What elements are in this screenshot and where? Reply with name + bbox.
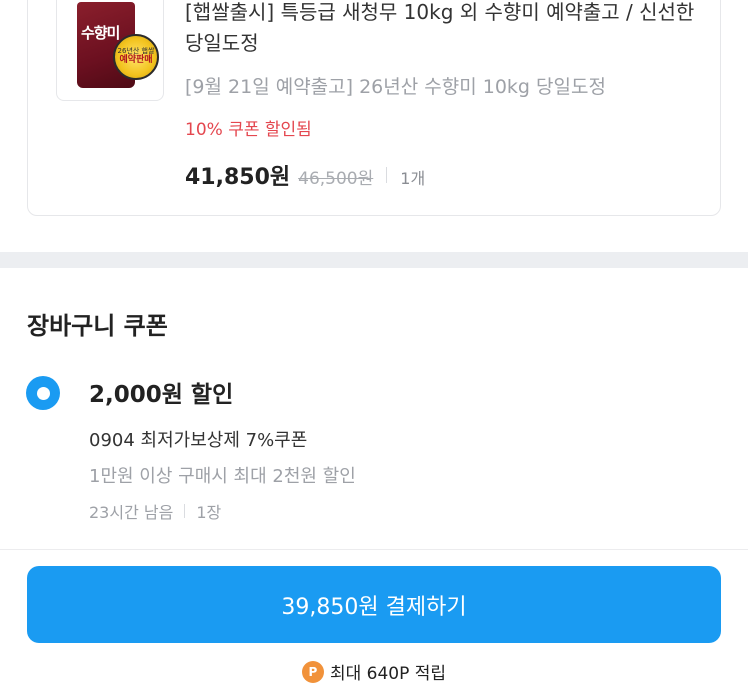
- pay-button[interactable]: 39,850원 결제하기: [27, 566, 721, 643]
- coupon-meta: 23시간 남음 1장: [89, 499, 221, 523]
- product-thumbnail[interactable]: 수향미 26년산 햅쌀 예약판매: [56, 0, 164, 101]
- coupon-time-left: 23시간 남음: [89, 503, 174, 522]
- cart-product-card: 수향미 26년산 햅쌀 예약판매 [햅쌀출시] 특등급 새청무 10kg 외 수…: [27, 0, 721, 216]
- product-title[interactable]: [햅쌀출시] 특등급 새청무 10kg 외 수향미 예약출고 / 신선한 당일도…: [185, 0, 705, 59]
- coupon-amount[interactable]: 2,000원 할인: [89, 375, 233, 409]
- coupon-radio-selected[interactable]: [26, 376, 60, 410]
- divider: [184, 504, 186, 518]
- points-text: 최대 640P 적립: [329, 664, 447, 684]
- cart-coupon-title: 장바구니 쿠폰: [27, 312, 168, 340]
- final-price: 41,850원: [185, 165, 291, 190]
- original-price: 46,500원: [298, 169, 374, 189]
- radio-dot-icon: [36, 386, 50, 400]
- coupon-count: 1장: [196, 503, 222, 522]
- badge-main-text: 예약판매: [119, 55, 153, 66]
- points-info: P 최대 640P 적립: [0, 659, 748, 684]
- presale-badge-icon: 26년산 햅쌀 예약판매: [113, 34, 159, 80]
- price-row: 41,850원 46,500원 1개: [185, 159, 425, 191]
- points-icon: P: [301, 660, 324, 683]
- checkout-bar: 39,850원 결제하기 P 최대 640P 적립: [0, 549, 748, 699]
- coupon-condition: 1만원 이상 구매시 최대 2천원 할인: [89, 466, 356, 487]
- coupon-name: 0904 최저가보상제 7%쿠폰: [89, 430, 308, 451]
- product-option: [9월 21일 예약출고] 26년산 수향미 10kg 당일도정: [185, 76, 606, 98]
- quantity: 1개: [400, 169, 426, 188]
- divider: [386, 167, 388, 183]
- thumbnail-brand: 수향미: [81, 24, 120, 42]
- coupon-applied-text: 10% 쿠폰 할인됨: [185, 120, 312, 140]
- section-separator: [0, 252, 748, 268]
